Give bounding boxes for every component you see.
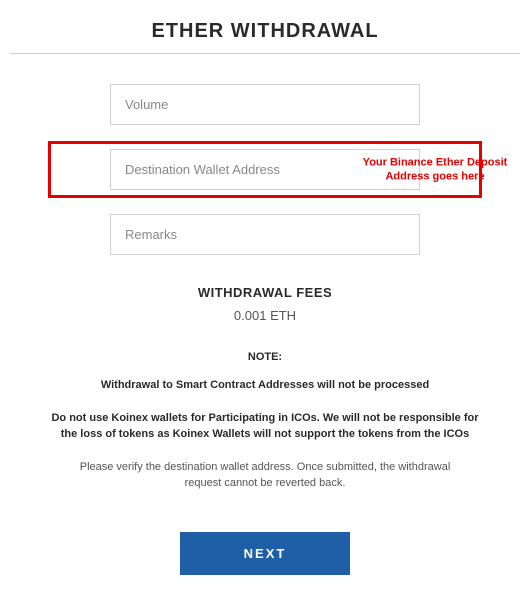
note-heading: NOTE: [10,351,520,363]
note-verify-address: Please verify the destination wallet add… [60,459,470,492]
remarks-field-wrap [110,214,420,255]
page-title: ETHER WITHDRAWAL [10,20,520,43]
volume-field-wrap [110,84,420,125]
destination-address-input[interactable] [110,149,420,190]
destination-field-wrap: Your Binance Ether Deposit Address goes … [50,143,480,196]
next-button[interactable]: NEXT [180,532,350,575]
volume-input[interactable] [110,84,420,125]
fees-value: 0.001 ETH [10,308,520,323]
title-divider [10,53,520,54]
remarks-input[interactable] [110,214,420,255]
fees-heading: WITHDRAWAL FEES [10,285,520,300]
note-smart-contract: Withdrawal to Smart Contract Addresses w… [50,377,480,394]
note-ico-warning: Do not use Koinex wallets for Participat… [50,410,480,443]
withdrawal-form: Your Binance Ether Deposit Address goes … [110,84,420,255]
